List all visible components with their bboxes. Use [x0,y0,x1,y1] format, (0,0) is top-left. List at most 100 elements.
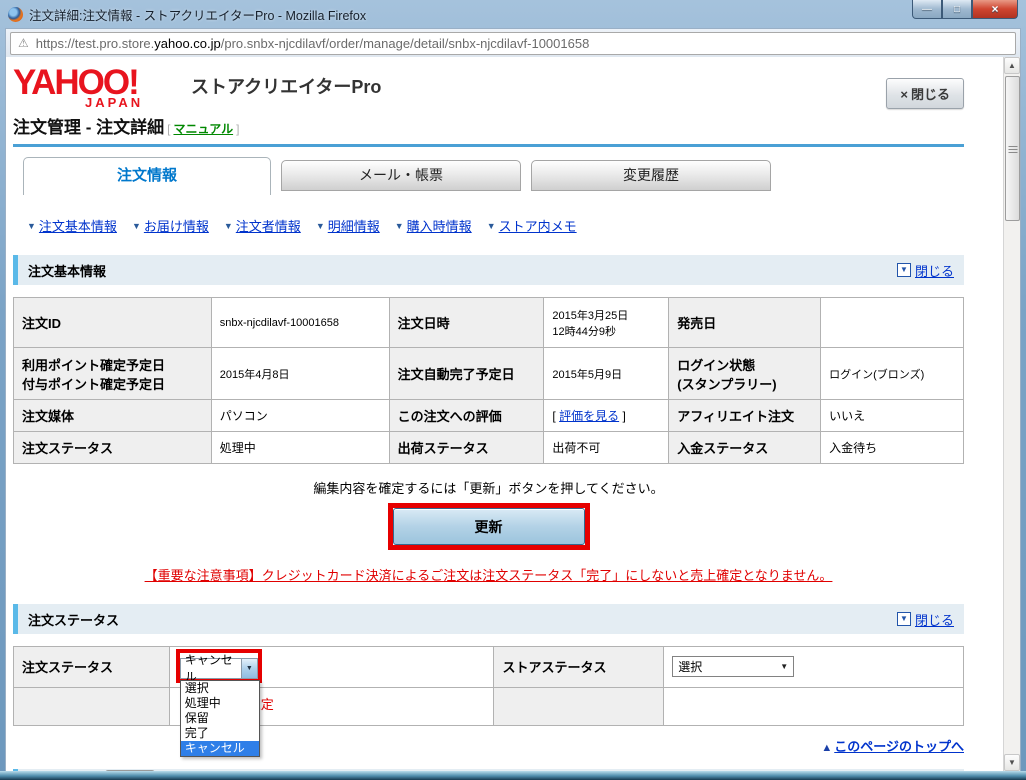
anchor-store-memo[interactable]: ▼ストア内メモ [487,216,577,235]
close-window-button[interactable]: × [972,0,1018,19]
section-order-status-close[interactable]: ▼ 閉じる [897,610,954,629]
order-status-label: 注文ステータス [14,432,212,464]
window-titlebar[interactable]: 注文詳細:注文情報 - ストアクリエイターPro - Mozilla Firef… [0,0,1026,28]
page-content: YAHOO! JAPAN ストアクリエイターPro ×閉じる 注文管理 - 注文… [5,57,1021,771]
order-rating-label: この注文への評価 [389,400,544,432]
tab-mail-invoice[interactable]: メール・帳票 [281,160,521,191]
table-row: 注文ステータス 処理中 出荷ステータス 出荷不可 入金ステータス 入金待ち [14,432,964,464]
anchor-arrow-icon: ▼ [316,221,325,231]
anchor-orderer-info[interactable]: ▼注文者情報 [224,216,301,235]
top-arrow-icon: ▲ [821,742,832,754]
update-instruction: 編集内容を確定するには「更新」ボタンを押してください。 [13,478,964,497]
anchor-purchase-info-label: 購入時情報 [407,216,472,235]
close-page-label: 閉じる [911,87,950,102]
point-date-value: 2015年4月8日 [211,348,389,400]
anchor-delivery-info-label: お届け情報 [144,216,209,235]
auto-complete-date-value: 2015年5月9日 [544,348,669,400]
payment-status-label: 入金ステータス [669,432,821,464]
order-status-select-cell: キャンセル ▼ 確定 選択 処理中 保留 完了 キャンセル [169,647,494,688]
collapse-box-icon: ▼ [897,263,911,277]
vertical-scrollbar[interactable]: ▲ ▼ [1003,57,1020,771]
section-basic-info-close[interactable]: ▼ 閉じる [897,261,954,280]
store-status-selected-value: 選択 [678,658,702,675]
anchor-purchase-info[interactable]: ▼購入時情報 [395,216,472,235]
release-date-label: 発売日 [669,298,821,348]
edit-delivery-button[interactable]: 編集 [105,770,155,771]
manual-link[interactable]: マニュアル [173,120,233,137]
table-row: 注文媒体 パソコン この注文への評価 [ 評価を見る ] アフィリエイト注文 い… [14,400,964,432]
order-status-table: 注文ステータス キャンセル ▼ 確定 選択 処理中 保留 [13,646,964,726]
logo-subtext: JAPAN [85,95,191,110]
affiliate-order-label: アフィリエイト注文 [669,400,821,432]
url-input[interactable]: ⚠ https://test.pro.store.yahoo.co.jp/pro… [10,32,1016,55]
browser-window: 注文詳細:注文情報 - ストアクリエイターPro - Mozilla Firef… [0,0,1026,780]
rating-bracket-open: [ [552,409,555,423]
scrollbar-grip-icon [1008,145,1017,153]
scroll-up-button[interactable]: ▲ [1004,57,1020,74]
table-row: 注文ステータス キャンセル ▼ 確定 選択 処理中 保留 [14,647,964,688]
order-status-value: 処理中 [211,432,389,464]
store-status-select[interactable]: 選択 ▼ [672,656,794,677]
point-dates-label: 利用ポイント確定予定日付与ポイント確定予定日 [14,348,212,400]
order-status-dropdown-list: 選択 処理中 保留 完了 キャンセル [180,680,260,757]
section-order-status-header: 注文ステータス ▼ 閉じる [13,604,964,634]
use-point-date-label: 利用ポイント確定予定日 [22,358,165,373]
order-media-value: パソコン [211,400,389,432]
view-rating-link[interactable]: 評価を見る [559,409,619,423]
anchor-arrow-icon: ▼ [487,221,496,231]
page-title: 注文管理 - 注文詳細 [13,113,164,138]
dropdown-option[interactable]: 処理中 [181,696,259,711]
order-status-select[interactable]: キャンセル ▼ [180,658,258,679]
section-delivery-header: お届け情報 編集 ▼ 閉じる [13,769,964,772]
close-x-icon: × [900,87,908,102]
login-status-value: ログイン(ブロンズ) [821,348,964,400]
url-path: /pro.snbx-njcdilavf/order/manage/detail/… [221,36,590,51]
scrollbar-thumb[interactable] [1005,76,1020,221]
login-status-label-line1: ログイン状態 [677,358,755,373]
dropdown-option-selected[interactable]: キャンセル [181,741,259,756]
collapse-box-icon: ▼ [897,612,911,626]
navigation-toolbar: ⚠ https://test.pro.store.yahoo.co.jp/pro… [5,28,1021,57]
table-row: 利用ポイント確定予定日付与ポイント確定予定日 2015年4月8日 注文自動完了予… [14,348,964,400]
table-row: 注文ID snbx-njcdilavf-10001658 注文日時 2015年3… [14,298,964,348]
anchor-basic-info[interactable]: ▼注文基本情報 [27,216,117,235]
select-dropdown-arrow-icon[interactable]: ▼ [241,659,257,678]
scroll-down-button[interactable]: ▼ [1004,754,1020,771]
select-highlight-box: キャンセル ▼ [176,649,262,683]
tab-bar: 注文情報 メール・帳票 変更履歴 [13,157,964,195]
section-basic-info-title: 注文基本情報 [28,261,106,280]
back-to-top-link[interactable]: ▲このページのトップへ [821,739,964,754]
close-page-button[interactable]: ×閉じる [886,78,964,109]
bracket-open: [ [167,122,170,136]
url-prefix: https://test.pro.store. [36,36,155,51]
grant-point-date-label: 付与ポイント確定予定日 [22,377,165,392]
dropdown-option[interactable]: 完了 [181,726,259,741]
minimize-button[interactable]: — [912,0,942,19]
app-header: YAHOO! JAPAN ストアクリエイターPro ×閉じる [13,57,964,111]
store-status-select-cell: 選択 ▼ [664,647,964,688]
dropdown-option[interactable]: 保留 [181,711,259,726]
anchor-store-memo-label: ストア内メモ [499,216,577,235]
yahoo-japan-logo[interactable]: YAHOO! JAPAN [13,66,191,110]
tab-change-history[interactable]: 変更履歴 [531,160,771,191]
release-date-value [821,298,964,348]
window-title: 注文詳細:注文情報 - ストアクリエイターPro - Mozilla Firef… [29,5,366,24]
anchor-detail-info[interactable]: ▼明細情報 [316,216,380,235]
tab-order-info[interactable]: 注文情報 [23,157,271,195]
ship-status-label: 出荷ステータス [389,432,544,464]
order-datetime-value: 2015年3月25日12時44分9秒 [544,298,669,348]
basic-info-table: 注文ID snbx-njcdilavf-10001658 注文日時 2015年3… [13,297,964,464]
anchor-delivery-info[interactable]: ▼お届け情報 [132,216,209,235]
order-rating-value: [ 評価を見る ] [544,400,669,432]
maximize-button[interactable]: □ [942,0,972,19]
minimize-icon: — [922,4,932,15]
update-button[interactable]: 更新 [393,508,585,545]
site-identity-warning-icon[interactable]: ⚠ [18,36,29,50]
order-status-field-label: 注文ステータス [14,647,170,688]
update-button-highlight: 更新 [388,503,590,550]
anchor-arrow-icon: ▼ [132,221,141,231]
bracket-close: ] [236,122,239,136]
dropdown-option[interactable]: 選択 [181,681,259,696]
header-divider [13,144,964,147]
store-status-empty-cell [664,687,964,725]
